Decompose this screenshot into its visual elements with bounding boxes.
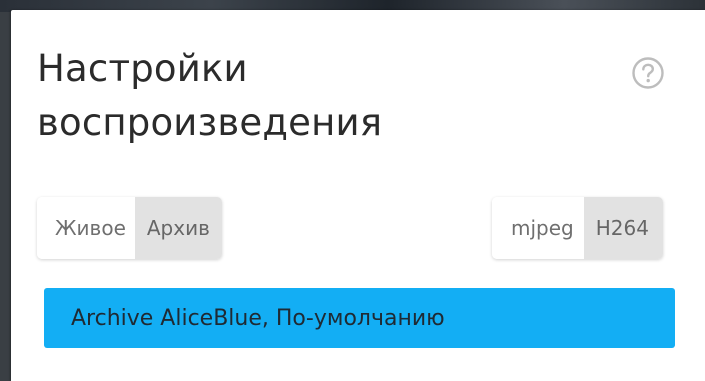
dialog-title-line-2: воспроизведения [37, 101, 383, 144]
playback-settings-dialog: Настройки воспроизведения Живое Архив mj… [11, 10, 705, 381]
stream-mode-toggle: Живое Архив [37, 197, 222, 259]
h264-codec-button[interactable]: H264 [583, 197, 663, 259]
question-circle-icon[interactable] [631, 56, 665, 90]
dialog-title: Настройки воспроизведения [37, 42, 557, 150]
archive-select[interactable]: Archive AliceBlue, По-умолчанию [44, 288, 675, 348]
codec-toggle: mjpeg H264 [492, 197, 663, 259]
live-mode-button[interactable]: Живое [37, 197, 135, 259]
archive-select-value: Archive AliceBlue, По-умолчанию [71, 305, 445, 331]
dialog-title-line-1: Настройки [37, 47, 248, 90]
mjpeg-codec-button[interactable]: mjpeg [492, 197, 584, 259]
archive-mode-button[interactable]: Архив [134, 197, 222, 259]
